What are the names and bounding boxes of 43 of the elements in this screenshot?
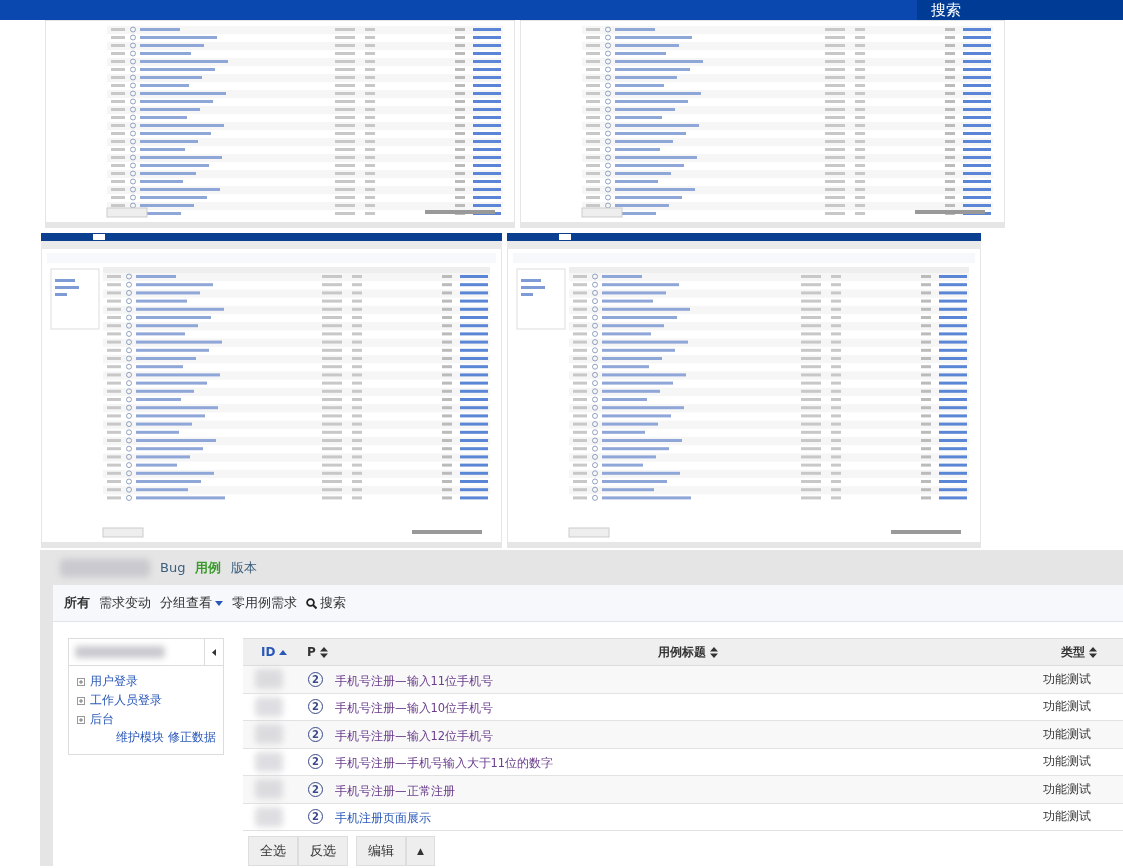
blurred-case-id (255, 696, 283, 717)
action-button[interactable]: 反选 (298, 836, 348, 866)
table-cell-text: 功能测试 (1043, 781, 1092, 797)
collapse-icon (212, 648, 216, 656)
tree-item[interactable]: 用户登录 (77, 674, 223, 689)
action-button[interactable]: 编辑 (356, 836, 406, 866)
table-cell-text: 功能测试 (1043, 809, 1092, 825)
case-title-link[interactable]: 手机号注册—输入11位手机号 (333, 673, 494, 688)
search-link[interactable]: 搜索 (306, 594, 346, 612)
case-title-link[interactable]: 手机号注册—输入12位手机号 (333, 728, 494, 743)
expand-node-icon[interactable] (77, 696, 85, 705)
table-cell-text: 功能测试 (1043, 699, 1092, 715)
dropdown-toggle-button[interactable]: ▲ (406, 836, 435, 866)
blurred-case-id (255, 751, 283, 772)
table-cell-text: 功能测试 (1043, 754, 1092, 770)
table-cell-text: 功能测试 (1043, 671, 1092, 687)
expand-node-icon[interactable] (77, 677, 85, 686)
tree-item[interactable]: 工作人员登录 (77, 693, 223, 708)
case-title-link[interactable]: 手机注册页面展示 (333, 811, 431, 826)
column-header[interactable]: ID (243, 645, 307, 659)
filter-tab[interactable]: 需求变动 (99, 594, 151, 612)
column-header[interactable]: 用例标题 (333, 643, 1043, 661)
case-title-link[interactable]: 手机号注册—手机号输入大于11位的数字 (333, 756, 554, 771)
filter-dropdown[interactable]: 分组查看 (160, 594, 223, 612)
nav-tab[interactable]: Bug (160, 560, 186, 575)
filter-tab[interactable]: 零用例需求 (232, 594, 297, 612)
tree-action-link[interactable]: 维护模块 (116, 730, 164, 745)
expand-node-icon[interactable] (77, 715, 85, 724)
tree-action-link[interactable]: 修正数据 (168, 730, 216, 745)
case-title-link[interactable]: 手机号注册—输入10位手机号 (333, 701, 494, 716)
nav-tab[interactable]: 版本 (231, 558, 258, 577)
blurred-case-id (255, 806, 283, 827)
column-header[interactable]: P (307, 645, 333, 659)
tree-item[interactable]: 后台 (77, 712, 223, 727)
blurred-case-id (255, 724, 283, 745)
case-title-link[interactable]: 手机号注册—正常注册 (333, 783, 455, 798)
action-button[interactable]: 全选 (248, 836, 298, 866)
blurred-case-id (255, 669, 283, 690)
filter-tab[interactable]: 所有 (64, 594, 90, 612)
column-header[interactable]: 类型 (1043, 643, 1123, 661)
blurred-case-id (255, 779, 283, 800)
search-button[interactable]: 搜索 (917, 0, 1123, 20)
table-cell-text: 功能测试 (1043, 726, 1092, 742)
